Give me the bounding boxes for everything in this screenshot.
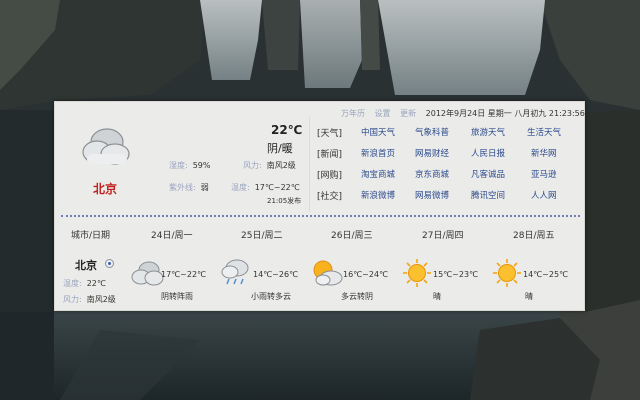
wind-value: 南风2级: [266, 161, 296, 170]
header-city-date: 城市/日期: [71, 231, 111, 241]
city-radio-button[interactable]: [105, 259, 114, 268]
forecast-3-range: 16℃~24℃: [343, 270, 389, 279]
uv-row: 紫外线: 弱: [169, 182, 209, 193]
dotted-divider: [61, 215, 580, 217]
uv-value: 弱: [200, 183, 209, 192]
temp-range-row: 温度: 17℃~22℃: [231, 182, 300, 193]
temp-range-value: 17℃~22℃: [254, 183, 300, 192]
cloudy-icon: [131, 261, 164, 286]
link-netease-finance[interactable]: 网易财经: [415, 147, 449, 159]
uv-label: 紫外线:: [169, 183, 196, 192]
humidity-row: 湿度: 59%: [169, 160, 210, 171]
link-peoples-daily[interactable]: 人民日报: [471, 147, 505, 159]
link-amazon[interactable]: 亚马逊: [531, 168, 557, 180]
mini-temp-label: 温度:: [63, 279, 82, 288]
cloudy-icon: [82, 128, 130, 165]
link-life-weather[interactable]: 生活天气: [527, 126, 561, 138]
link-meteo-science[interactable]: 气象科普: [415, 126, 449, 138]
link-qzone[interactable]: 腾讯空间: [471, 189, 505, 201]
wind-label: 风力:: [243, 161, 262, 170]
link-jd-mall[interactable]: 京东商城: [415, 168, 449, 180]
link-vancl[interactable]: 凡客诚品: [471, 168, 505, 180]
published-time: 21:05发布: [267, 197, 302, 205]
link-xinhua[interactable]: 新华网: [531, 147, 557, 159]
header-day-2: 25日/周二: [241, 231, 283, 241]
link-sina-home[interactable]: 新浪首页: [361, 147, 395, 159]
temp-range-label: 温度:: [231, 183, 250, 192]
forecast-5-desc: 晴: [525, 292, 533, 301]
light-rain-icon: [221, 259, 249, 285]
settings-link[interactable]: 设置: [375, 109, 391, 118]
update-link[interactable]: 更新: [400, 109, 416, 118]
forecast-4-range: 15℃~23℃: [433, 270, 479, 279]
wind-row: 风力: 南风2级: [243, 160, 296, 171]
humidity-label: 湿度:: [169, 161, 188, 170]
category-news: [新闻]: [317, 150, 343, 160]
widget-topbar: 万年历 设置 更新 2012年9月24日 星期一 八月初九 21:23:56: [341, 108, 585, 119]
weather-widget: 万年历 设置 更新 2012年9月24日 星期一 八月初九 21:23:56 北…: [54, 101, 585, 311]
current-condition: 阴/暖: [267, 142, 293, 155]
mini-temp-row: 温度: 22℃: [63, 278, 106, 289]
link-china-weather[interactable]: 中国天气: [361, 126, 395, 138]
forecast-2-range: 14℃~26℃: [253, 270, 299, 279]
vertical-divider: [309, 116, 310, 212]
category-social: [社交]: [317, 192, 343, 202]
mini-wind-value: 南风2级: [86, 295, 116, 304]
link-taobao-mall[interactable]: 淘宝商城: [361, 168, 395, 180]
forecast-5-range: 14℃~25℃: [523, 270, 569, 279]
category-weather: [天气]: [317, 129, 343, 139]
header-day-4: 27日/周四: [422, 231, 464, 241]
partly-cloudy-icon: [313, 260, 343, 286]
link-netease-weibo[interactable]: 网易微博: [415, 189, 449, 201]
humidity-value: 59%: [192, 161, 211, 170]
header-day-5: 28日/周五: [513, 231, 555, 241]
link-travel-weather[interactable]: 旅游天气: [471, 126, 505, 138]
category-shopping: [网购]: [317, 171, 343, 181]
current-datetime: 2012年9月24日 星期一 八月初九 21:23:56: [425, 109, 585, 118]
link-renren[interactable]: 人人网: [531, 189, 557, 201]
mini-wind-row: 风力: 南风2级: [63, 294, 116, 305]
forecast-city[interactable]: 北京: [75, 257, 97, 273]
mini-wind-label: 风力:: [63, 295, 82, 304]
forecast-2-desc: 小雨转多云: [251, 292, 291, 301]
mini-temp-value: 22℃: [86, 279, 106, 288]
current-temperature: 22℃: [271, 123, 303, 137]
current-city[interactable]: 北京: [93, 180, 117, 197]
header-day-3: 26日/周三: [331, 231, 373, 241]
forecast-3-desc: 多云转阴: [341, 292, 373, 301]
forecast-1-range: 17℃~22℃: [161, 270, 207, 279]
forecast-4-desc: 晴: [433, 292, 441, 301]
sunny-icon: [403, 259, 431, 287]
header-day-1: 24日/周一: [151, 231, 193, 241]
link-sina-weibo[interactable]: 新浪微博: [361, 189, 395, 201]
calendar-link[interactable]: 万年历: [341, 109, 365, 118]
sunny-icon: [493, 259, 521, 287]
forecast-1-desc: 阴转阵雨: [161, 292, 193, 301]
